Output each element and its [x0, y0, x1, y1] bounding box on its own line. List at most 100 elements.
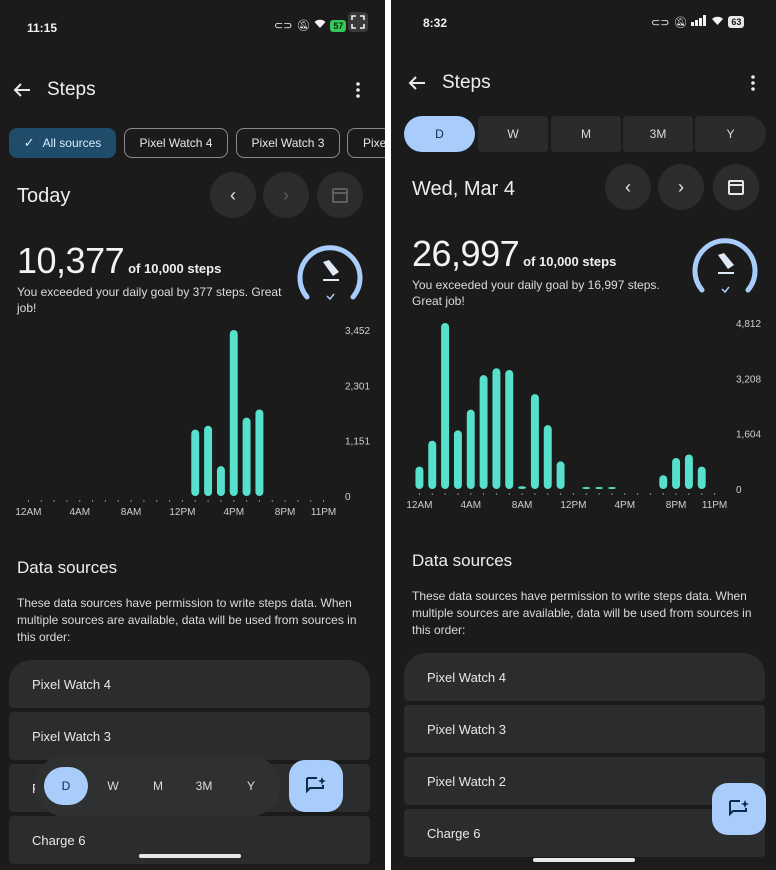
chart-bar [492, 368, 501, 489]
data-sources-title: Data sources [412, 551, 513, 570]
chevron-left-icon: ‹ [625, 176, 631, 197]
right-phone-screen: 8:32 ⊂⊃ 🔕︎ 63 Steps D W M 3M Y Wed, Mar … [391, 0, 776, 870]
x-tick-label: 8PM [275, 507, 296, 518]
x-tick-label: 4AM [69, 507, 90, 518]
ai-chat-button[interactable] [289, 760, 343, 812]
source-item[interactable]: Pixel Watch 3 [9, 712, 370, 760]
steps-bar-chart: 12AM 4AM 8AM 12PM 4PM 8PM 11PM 3,452 2,301 1,151 0 [15, 326, 370, 518]
steps-count: 10,377 [17, 240, 125, 281]
data-sources-description: These data sources have permission to wr… [412, 589, 752, 637]
previous-day-button[interactable]: ‹ [605, 164, 651, 210]
more-options-icon[interactable] [741, 71, 765, 95]
chart-bar [543, 425, 552, 489]
chip-pixel-watch-partial[interactable]: Pixe [347, 128, 385, 158]
status-time: 11:15 [27, 21, 58, 35]
floating-period-selector: D W M 3M Y [35, 755, 280, 817]
period-tab-month[interactable]: M [140, 767, 176, 805]
data-sources-description: These data sources have permission to wr… [17, 596, 357, 644]
x-tick-label: 8AM [121, 507, 142, 518]
period-tab-day[interactable]: D [404, 116, 475, 152]
next-day-button[interactable]: › [263, 172, 309, 218]
steps-count: 26,997 [412, 233, 520, 274]
chip-pixel-watch-3[interactable]: Pixel Watch 3 [236, 128, 340, 158]
back-arrow-icon[interactable] [10, 78, 34, 102]
page-title: Steps [442, 72, 491, 93]
x-tick-label: 4PM [223, 507, 244, 518]
chart-bar [505, 369, 514, 489]
x-tick-label: 12AM [15, 507, 41, 518]
shoe-icon [718, 253, 734, 274]
wifi-icon [711, 16, 724, 29]
chip-all-sources[interactable]: ✓ All sources [9, 128, 116, 158]
source-item[interactable]: Pixel Watch 3 [404, 705, 765, 753]
period-tab-3-months[interactable]: 3M [623, 116, 693, 152]
steps-bar-chart: 12AM 4AM 8AM 12PM 4PM 8PM 11PM 4,812 3,208 1,604 0 [406, 319, 761, 511]
y-tick-label: 2,301 [345, 381, 370, 392]
source-item[interactable]: Pixel Watch 2 [404, 757, 765, 805]
gesture-handle [533, 858, 635, 862]
y-tick-label: 1,151 [345, 437, 370, 448]
link-icon: ⊂⊃ [651, 16, 670, 29]
goal-description: You exceeded your daily goal by 16,997 s… [412, 278, 660, 308]
chart-bar [518, 486, 527, 489]
previous-day-button[interactable]: ‹ [210, 172, 256, 218]
source-item[interactable]: Pixel Watch 4 [404, 653, 765, 701]
status-icons: ⊂⊃ 🔕︎ 57 [274, 19, 347, 32]
status-time: 8:32 [423, 16, 448, 30]
ai-chat-button[interactable] [712, 783, 766, 835]
period-tab-month[interactable]: M [551, 116, 621, 152]
link-icon: ⊂⊃ [274, 20, 293, 32]
back-arrow-icon[interactable] [405, 71, 429, 95]
calendar-icon [332, 188, 348, 203]
steps-summary: 26,997 of 10,000 steps [412, 233, 616, 275]
y-tick-label: 0 [736, 485, 742, 496]
calendar-button[interactable] [317, 172, 363, 218]
chart-bar [556, 461, 565, 489]
period-tab-week[interactable]: W [478, 116, 548, 152]
chart-bar [697, 466, 706, 489]
chart-bar [242, 417, 251, 496]
period-tab-3-months[interactable]: 3M [186, 767, 222, 805]
chart-bar [441, 323, 450, 489]
sparkle-chat-icon [306, 777, 326, 794]
battery-indicator: 63 [728, 16, 745, 28]
chevron-right-icon: › [283, 184, 289, 205]
sparkle-chat-icon [729, 800, 749, 817]
chart-bar [684, 454, 693, 489]
chart-bar [672, 457, 681, 489]
steps-goal: of 10,000 steps [523, 254, 617, 269]
chart-bar [216, 466, 225, 496]
chart-bar [595, 487, 604, 489]
wifi-icon [314, 19, 326, 32]
next-day-button[interactable]: › [658, 164, 704, 210]
source-item[interactable]: Pixel Watch 4 [9, 660, 370, 708]
y-tick-label: 0 [345, 492, 351, 503]
calendar-icon [728, 180, 744, 195]
source-item[interactable]: Charge 6 [404, 809, 765, 857]
x-tick-label: 11PM [311, 507, 336, 518]
period-tab-year[interactable]: Y [695, 116, 766, 152]
calendar-button[interactable] [713, 164, 759, 210]
y-tick-label: 4,812 [736, 319, 761, 330]
chart-bar [479, 375, 488, 489]
steps-goal: of 10,000 steps [128, 261, 222, 276]
x-tick-label: 11PM [702, 500, 727, 511]
period-tab-week[interactable]: W [95, 767, 131, 805]
chart-bar [659, 475, 668, 489]
x-tick-label: 4PM [614, 500, 635, 511]
chip-pixel-watch-4[interactable]: Pixel Watch 4 [124, 128, 228, 158]
goal-description: You exceeded your daily goal by 377 step… [17, 285, 282, 315]
battery-indicator: 57 [330, 19, 347, 32]
fullscreen-icon[interactable] [348, 12, 368, 32]
chart-bar [191, 429, 200, 496]
chart-bar [229, 330, 238, 496]
chart-bar [582, 487, 591, 489]
chip-label: All sources [42, 136, 102, 150]
period-tab-year[interactable]: Y [233, 767, 269, 805]
x-tick-label: 8PM [666, 500, 687, 511]
chevron-right-icon: › [678, 176, 684, 197]
y-tick-label: 3,208 [736, 374, 761, 385]
more-options-icon[interactable] [346, 78, 370, 102]
mute-icon: 🔕︎ [296, 20, 311, 32]
period-tab-day[interactable]: D [44, 767, 88, 805]
